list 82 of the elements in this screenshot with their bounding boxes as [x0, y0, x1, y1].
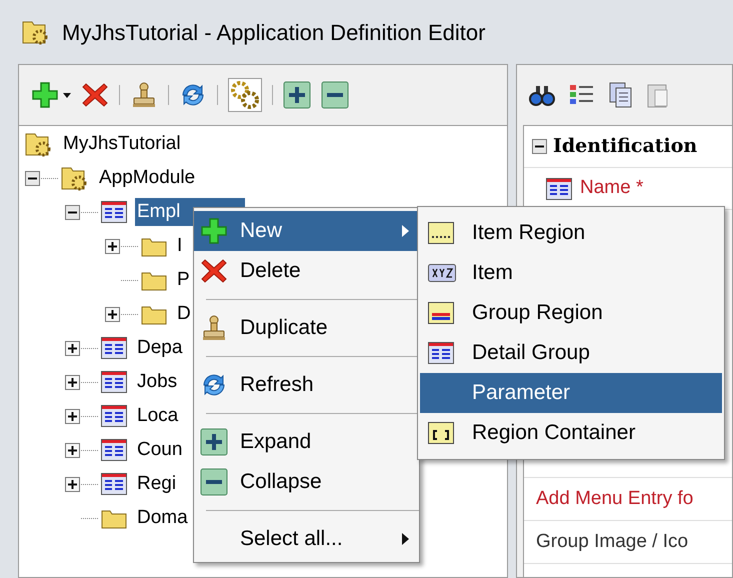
generate-button[interactable]: [228, 78, 262, 112]
plus-icon: [200, 217, 228, 245]
form-icon: [101, 405, 127, 427]
plus-icon: [31, 81, 59, 109]
form-icon: [101, 337, 127, 359]
expand-toggle[interactable]: [65, 408, 80, 424]
menu-item[interactable]: Region Container: [420, 413, 722, 453]
detail-form-icon: [428, 342, 454, 364]
property-label: Add Menu Entry fo: [536, 486, 694, 511]
module-icon: [61, 165, 89, 191]
tree-item[interactable]: Coun: [135, 436, 184, 464]
menu-item[interactable]: Select all...: [194, 519, 419, 559]
section-header: Identification: [553, 134, 698, 160]
field-panel-icon: [428, 222, 454, 244]
find-button[interactable]: [529, 84, 555, 106]
duplicate-button[interactable]: [130, 81, 158, 109]
tree-item[interactable]: Doma: [135, 504, 190, 532]
field-icon: [428, 264, 456, 282]
menu-item[interactable]: Refresh: [194, 365, 419, 405]
tree-item[interactable]: Jobs: [135, 368, 180, 396]
tree-item[interactable]: Depa: [135, 334, 184, 362]
form-icon: [101, 201, 127, 223]
expand-toggle[interactable]: [65, 340, 80, 356]
group-panel-icon: [428, 302, 454, 324]
form-icon: [546, 178, 572, 200]
collapse-button[interactable]: [321, 81, 349, 109]
tree-item[interactable]: P: [175, 266, 192, 294]
property-label: Group Image / Ico: [536, 530, 688, 554]
copy-icon: [609, 82, 633, 108]
tree-item[interactable]: AppModule: [97, 164, 198, 192]
container-icon: [428, 422, 454, 444]
menu-item[interactable]: Item Region: [420, 213, 722, 253]
binoculars-icon: [529, 84, 555, 106]
tree-item[interactable]: Regi: [135, 470, 178, 498]
menu-item[interactable]: Parameter: [420, 373, 722, 413]
delete-icon: [200, 257, 228, 285]
expand-button[interactable]: [283, 81, 311, 109]
expand-toggle[interactable]: [105, 238, 120, 254]
tree-item[interactable]: Loca: [135, 402, 180, 430]
collapse-icon: [321, 81, 349, 109]
collapse-toggle[interactable]: [25, 170, 40, 186]
tree-item[interactable]: D: [175, 300, 193, 328]
tree-item[interactable]: I: [175, 232, 184, 260]
expand-icon: [200, 428, 228, 456]
menu-item[interactable]: Delete: [194, 251, 419, 291]
menu-item[interactable]: Duplicate: [194, 308, 419, 348]
paste-icon: [647, 82, 669, 108]
tree-item[interactable]: MyJhsTutorial: [61, 130, 183, 158]
new-button[interactable]: [31, 81, 71, 109]
window-title: MyJhsTutorial - Application Definition Editor: [62, 18, 486, 47]
collapse-toggle[interactable]: [532, 139, 547, 154]
list-icon: [569, 83, 595, 107]
stamp-icon: [200, 314, 228, 342]
list-button[interactable]: [569, 83, 595, 107]
menu-item[interactable]: Group Region: [420, 293, 722, 333]
caret-icon: [63, 92, 71, 98]
application-icon: [25, 131, 53, 157]
gears-icon: [228, 78, 262, 112]
menu-item[interactable]: Collapse: [194, 462, 419, 502]
expand-toggle[interactable]: [105, 306, 120, 322]
stamp-icon: [130, 81, 158, 109]
paste-button[interactable]: [647, 82, 669, 108]
delete-button[interactable]: [81, 81, 109, 109]
delete-icon: [81, 81, 109, 109]
collapse-icon: [200, 468, 228, 496]
expand-icon: [283, 81, 311, 109]
menu-item[interactable]: New: [194, 211, 419, 251]
expand-toggle[interactable]: [65, 476, 80, 492]
form-icon: [101, 371, 127, 393]
menu-item[interactable]: Detail Group: [420, 333, 722, 373]
expand-toggle[interactable]: [65, 442, 80, 458]
form-icon: [101, 439, 127, 461]
submenu-arrow-icon: [402, 533, 409, 545]
property-label: Name *: [580, 176, 644, 200]
menu-item[interactable]: Item: [420, 253, 722, 293]
submenu-arrow-icon: [402, 225, 409, 237]
form-icon: [101, 473, 127, 495]
expand-toggle[interactable]: [65, 374, 80, 390]
menu-item[interactable]: Expand: [194, 422, 419, 462]
copy-button[interactable]: [609, 82, 633, 108]
collapse-toggle[interactable]: [65, 204, 80, 220]
app-icon: [22, 19, 50, 45]
